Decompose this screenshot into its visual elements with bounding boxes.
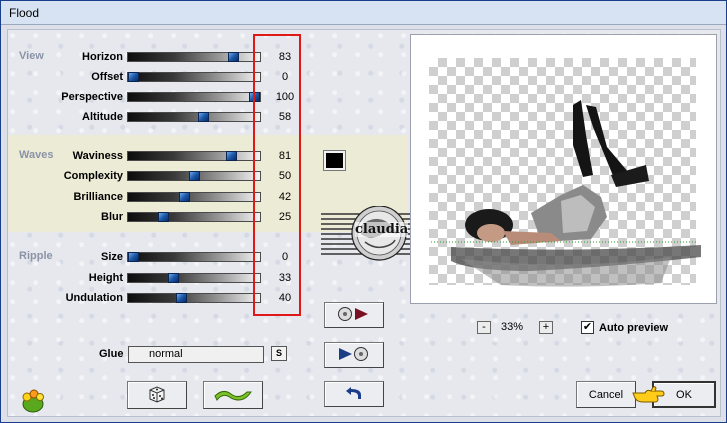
slider-thumb[interactable] — [128, 252, 139, 262]
auto-preview-label: Auto preview — [599, 322, 669, 334]
slider-thumb[interactable] — [128, 72, 139, 82]
slider-label-perspective: Perspective — [61, 91, 123, 103]
slider-horizon[interactable] — [127, 52, 261, 62]
dice-icon — [147, 384, 167, 407]
value-highlight-box — [253, 34, 301, 316]
load-preset-button[interactable] — [324, 302, 384, 328]
slider-waviness[interactable] — [127, 151, 261, 161]
save-preset-button[interactable] — [324, 342, 384, 368]
preview-pane[interactable] — [410, 34, 717, 304]
watermark-text: claudia — [355, 222, 409, 237]
hand-pointer-icon — [631, 385, 665, 410]
slider-label-complexity: Complexity — [63, 170, 123, 182]
slider-thumb[interactable] — [179, 192, 190, 202]
auto-preview-checkbox[interactable]: ✔ — [581, 321, 594, 334]
slider-brilliance[interactable] — [127, 192, 261, 202]
zoom-in-button[interactable]: + — [539, 321, 553, 334]
slider-label-undulation: Undulation — [65, 292, 123, 304]
slider-label-blur: Blur — [101, 211, 123, 223]
frog-logo-icon[interactable] — [19, 388, 45, 414]
slider-thumb[interactable] — [228, 52, 239, 62]
flood-dialog: Flood View Waves Ripple Horizon 83 Offse… — [0, 0, 727, 423]
zoom-out-button[interactable]: - — [477, 321, 491, 334]
slider-label-brilliance: Brilliance — [73, 191, 123, 203]
slider-label-altitude: Altitude — [82, 111, 123, 123]
slider-blur[interactable] — [127, 212, 261, 222]
slider-undulation[interactable] — [127, 293, 261, 303]
slider-label-offset: Offset — [91, 71, 123, 83]
window-title: Flood — [9, 6, 40, 20]
slider-offset[interactable] — [127, 72, 261, 82]
slider-height[interactable] — [127, 273, 261, 283]
slider-thumb[interactable] — [176, 293, 187, 303]
slider-label-horizon: Horizon — [82, 51, 123, 63]
preview-image — [431, 100, 701, 287]
slider-thumb[interactable] — [189, 171, 200, 181]
glue-label: Glue — [99, 348, 124, 360]
load-preset-icon — [337, 306, 371, 325]
zoom-level: 33% — [501, 321, 524, 333]
glue-s-button[interactable]: S — [271, 346, 287, 361]
slider-complexity[interactable] — [127, 171, 261, 181]
slider-thumb[interactable] — [198, 112, 209, 122]
slider-thumb[interactable] — [168, 273, 179, 283]
undo-icon — [345, 385, 363, 404]
glue-select[interactable]: normal — [128, 346, 264, 363]
slider-thumb[interactable] — [226, 151, 237, 161]
wave-icon — [213, 386, 253, 405]
cancel-button[interactable]: Cancel — [576, 381, 636, 408]
slider-size[interactable] — [127, 252, 261, 262]
slider-altitude[interactable] — [127, 112, 261, 122]
slider-label-waviness: Waviness — [72, 150, 123, 162]
save-preset-icon — [337, 346, 371, 365]
slider-thumb[interactable] — [158, 212, 169, 222]
slider-label-size: Size — [100, 251, 123, 263]
slider-perspective[interactable] — [127, 92, 261, 102]
randomize-button[interactable] — [127, 381, 187, 409]
title-bar: Flood — [1, 1, 726, 25]
color-swatch[interactable] — [323, 150, 346, 171]
slider-label-height: Height — [88, 272, 123, 284]
undo-button[interactable] — [324, 381, 384, 407]
reset-button[interactable] — [203, 381, 263, 409]
